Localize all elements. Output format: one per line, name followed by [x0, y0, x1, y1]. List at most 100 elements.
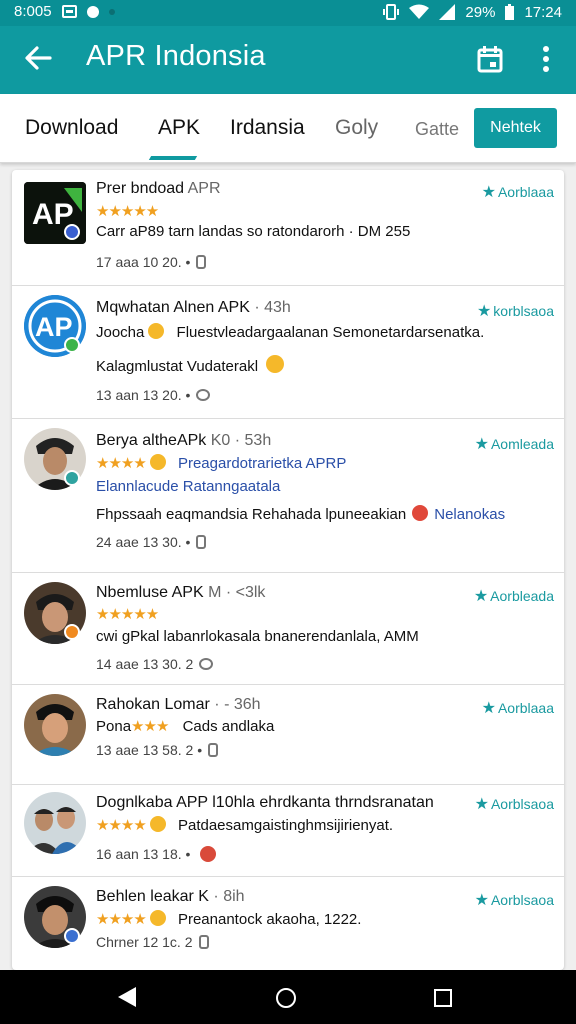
emoji-icon	[412, 505, 429, 521]
status-badge: Aorblaaa	[497, 700, 554, 716]
rating-stars: ★★★★★	[96, 606, 159, 623]
reviewer-suffix: M · <3lk	[208, 584, 266, 601]
app-bar: APR Indonsia	[0, 26, 576, 94]
emoji-icon	[149, 454, 166, 470]
heart-icon[interactable]	[199, 658, 214, 670]
status-time-right: 17:24	[524, 3, 562, 21]
status-badge: Aorblaaa	[497, 184, 554, 200]
reviewer-suffix: APR	[187, 180, 221, 197]
rating-stars: ★★★★★	[96, 203, 159, 220]
review-link[interactable]: Nelanokas	[434, 506, 505, 523]
online-badge-icon	[64, 470, 80, 486]
verified-badge-icon	[64, 928, 80, 944]
review-text: Preanantock akaoha, 1222.	[177, 911, 362, 928]
review-meta: 24 aae 13 30. •	[96, 534, 191, 550]
notification-dot-dim-icon	[108, 8, 115, 15]
verified-badge-icon	[64, 224, 80, 240]
star-icon: ★	[474, 436, 489, 453]
nehtek-button[interactable]: Nehtek	[474, 108, 557, 148]
review-list: AP Prer bndoad APR ★ Aorblaaa ★★★★★ Carr …	[12, 170, 564, 970]
reviewer-suffix: · - 36h	[214, 696, 261, 713]
tab-bar: Download APK Irdansia Goly Gatte Nehtek	[0, 94, 576, 163]
copy-icon[interactable]	[198, 935, 209, 949]
reaction-icon[interactable]	[200, 846, 217, 862]
reaction-badge-icon	[64, 624, 80, 640]
status-badge: korblsaoa	[493, 303, 554, 319]
reviewer-name: Rahokan Lomar	[96, 696, 210, 713]
status-badge: Aorbleada	[490, 588, 554, 604]
rating-stars: ★★★★	[96, 817, 147, 834]
rating-stars: ★★★★	[96, 911, 147, 928]
review-meta: 14 aae 13 30. 2	[96, 656, 194, 672]
smile-emoji-icon	[266, 355, 285, 373]
list-item[interactable]: Rahokan Lomar · - 36h ★ Aorblaaa Pona★★★ …	[12, 684, 564, 785]
review-text-line2: Kalagmlustat Vudaterakl	[96, 358, 259, 375]
list-item[interactable]: AP Mqwhatan Alnen APK · 43h ★ korblsaoa J…	[12, 285, 564, 419]
review-meta: 13 aan 13 20. •	[96, 387, 191, 403]
nav-back-icon[interactable]	[118, 987, 136, 1007]
reviewer-suffix: l10hla ehrdkanta thrndsranatan	[212, 794, 434, 811]
tab-irdansia[interactable]: Irdansia	[230, 116, 305, 140]
reviewer-name: Prer bndoad	[96, 180, 185, 197]
copy-icon[interactable]	[196, 255, 207, 269]
tab-apk[interactable]: APK	[158, 116, 200, 140]
notification-dot-icon	[86, 5, 99, 18]
list-item[interactable]: Nbemluse APK M · <3lk ★ Aorbleada ★★★★★ c…	[12, 572, 564, 685]
reviewer-suffix: · 43h	[254, 299, 291, 316]
tab-gatte[interactable]: Gatte	[415, 119, 459, 140]
arrow-left-icon[interactable]	[20, 40, 56, 76]
copy-icon[interactable]	[208, 743, 219, 757]
emoji-icon	[148, 323, 165, 339]
review-link[interactable]: Elannlacude	[96, 478, 179, 495]
wifi-icon	[409, 4, 430, 19]
reviewer-name: Dognlkaba APP	[96, 794, 208, 811]
page-title: APR Indonsia	[86, 40, 266, 72]
reviewer-name: Nbemluse APK	[96, 584, 204, 601]
star-icon: ★	[474, 892, 489, 909]
vibrate-icon	[383, 4, 400, 20]
system-nav-bar	[0, 970, 576, 1024]
avatar	[24, 694, 86, 756]
gallery-notification-icon	[61, 5, 77, 18]
reviewer-suffix: · 8ih	[213, 888, 245, 905]
list-item[interactable]: Dognlkaba APP l10hla ehrdkanta thrndsran…	[12, 784, 564, 877]
battery-level: 29%	[465, 3, 496, 21]
more-vert-icon[interactable]	[532, 42, 560, 76]
rating-stars: ★★★	[131, 718, 169, 735]
list-item[interactable]: AP Prer bndoad APR ★ Aorblaaa ★★★★★ Carr …	[12, 170, 564, 286]
review-text-cont: Cads andlaka	[182, 718, 275, 735]
online-badge-icon	[64, 337, 80, 353]
star-icon: ★	[474, 796, 489, 813]
emoji-icon	[149, 910, 166, 926]
rating-stars: ★★★★	[96, 455, 147, 472]
tab-download[interactable]: Download	[25, 116, 118, 140]
status-bar: 8:005 29% 17:24	[0, 0, 576, 26]
group-avatar-icon	[24, 792, 86, 854]
review-text: Pona	[96, 718, 132, 735]
review-link[interactable]: Ratanngaatala	[183, 478, 281, 495]
review-meta: 16 aan 13 18. •	[96, 846, 191, 862]
tab-indicator	[148, 156, 198, 160]
list-item[interactable]: Berya altheAPk K0 · 53h ★ Aomleada ★★★★ P…	[12, 418, 564, 573]
star-icon: ★	[476, 303, 492, 320]
review-text: Patdaesamgaistinghmsijirienyat.	[177, 817, 394, 834]
battery-icon	[505, 4, 515, 20]
star-icon: ★	[473, 588, 489, 605]
review-text: Fhpssaah eaqmandsia Rehahada lpuneeakian	[96, 506, 407, 523]
status-badge: Aorblsaoa	[490, 892, 554, 908]
avatar	[24, 792, 86, 854]
status-badge: Aomleada	[490, 436, 554, 452]
comment-icon[interactable]	[196, 389, 211, 401]
review-link[interactable]: Preagardotrarietka APRP	[178, 455, 346, 472]
review-meta: Chrner 12 1c. 2	[96, 934, 193, 950]
calendar-icon[interactable]	[476, 44, 504, 74]
nav-recents-icon[interactable]	[434, 989, 452, 1007]
list-item[interactable]: Behlen leakar K · 8ih ★ Aorblsaoa ★★★★ Pr…	[12, 876, 564, 970]
star-icon: ★	[481, 184, 496, 201]
review-text: Joocha	[96, 324, 145, 341]
tab-goly[interactable]: Goly	[335, 116, 378, 140]
reviewer-suffix: K0 · 53h	[210, 432, 272, 449]
copy-icon[interactable]	[196, 535, 207, 549]
nav-home-icon[interactable]	[276, 988, 296, 1008]
status-time-left: 8:005	[14, 3, 52, 20]
